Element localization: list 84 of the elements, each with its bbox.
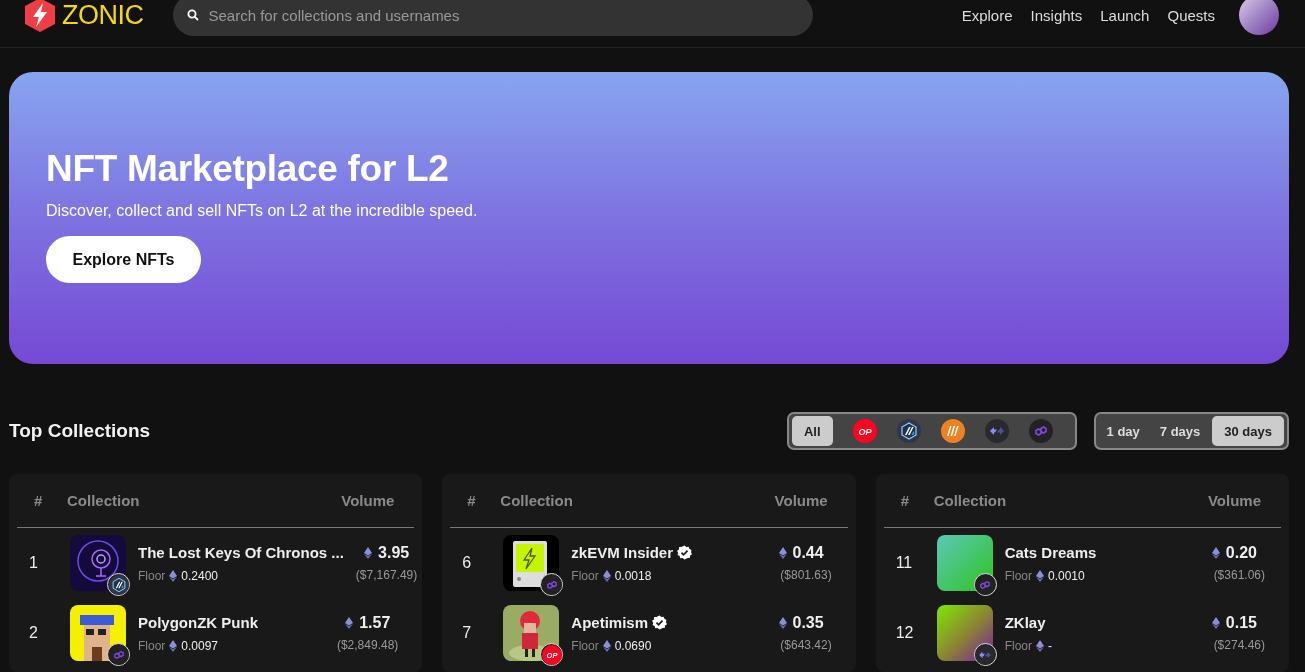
- rank: 11: [895, 554, 914, 572]
- collection-name[interactable]: The Lost Keys Of Chronos ...: [138, 543, 344, 561]
- floor-label: Floor: [138, 638, 166, 653]
- collection-name[interactable]: PolygonZK Punk: [138, 613, 258, 631]
- volume-usd: ($274.46): [1213, 638, 1265, 652]
- nav-link[interactable]: Launch: [1100, 6, 1150, 24]
- floor-price: 0.0097: [181, 638, 219, 653]
- rank: 2: [29, 624, 39, 642]
- column-header: #: [34, 492, 44, 509]
- collection-name[interactable]: ZKlay: [1004, 613, 1046, 631]
- search-icon: [186, 9, 199, 21]
- network-badge: OP: [540, 643, 564, 666]
- column-header: Volume: [341, 492, 395, 509]
- eth-icon: [778, 617, 787, 629]
- logo-text[interactable]: ZONIC: [62, 0, 144, 31]
- rank: 12: [895, 624, 915, 642]
- collection-name[interactable]: zkEVM Insider: [571, 543, 674, 561]
- volume-usd: ($361.06): [1213, 568, 1265, 582]
- volume: 1.57: [359, 614, 391, 632]
- column-header: Collection: [933, 492, 1008, 509]
- link-logo-icon: [1028, 419, 1053, 443]
- volume: 0.35: [792, 614, 824, 632]
- network-badge: [107, 643, 130, 666]
- eth-icon: [1211, 617, 1220, 629]
- eth-icon: [778, 547, 787, 559]
- eth-icon: [1036, 639, 1044, 652]
- volume: 3.95: [378, 544, 410, 562]
- collection-name[interactable]: Apetimism: [571, 613, 648, 631]
- bolt-logo-icon: [22, 0, 58, 33]
- network-filter-button[interactable]: [896, 416, 921, 446]
- period-tab[interactable]: 1 day: [1098, 416, 1148, 446]
- stripes-logo-icon: [940, 419, 965, 443]
- avatar[interactable]: [1239, 0, 1279, 35]
- eth-icon: [602, 639, 611, 652]
- network-badge: [540, 573, 564, 596]
- eth-icon: [364, 547, 373, 559]
- volume: 0.15: [1225, 614, 1257, 632]
- volume-usd: ($801.63): [780, 568, 832, 582]
- eth-icon: [1211, 547, 1220, 559]
- collection-name[interactable]: Cats Dreams: [1004, 543, 1097, 561]
- nav-link[interactable]: Explore: [961, 6, 1013, 24]
- floor-label: Floor: [138, 568, 166, 583]
- floor-price: 0.0018: [614, 568, 652, 583]
- eth-icon: [345, 617, 354, 629]
- rank: 1: [29, 554, 39, 572]
- column-header: Volume: [1207, 492, 1261, 509]
- rank: 6: [462, 554, 473, 572]
- hexagon-logo-icon: [896, 419, 921, 443]
- floor-price: 0.2400: [181, 568, 219, 583]
- volume: 0.20: [1225, 544, 1257, 562]
- floor-price: 0.0010: [1048, 568, 1085, 583]
- column-header: Collection: [500, 492, 574, 509]
- nav-link[interactable]: Quests: [1167, 6, 1215, 24]
- all-filter-button[interactable]: All: [791, 416, 833, 446]
- hero-subtitle: Discover, collect and sell NFTs on L2 at the incredible speed.: [46, 202, 479, 220]
- eth-icon: [1036, 569, 1044, 582]
- column-header: Collection: [67, 492, 141, 509]
- arrows-logo-icon: [984, 419, 1009, 443]
- network-filter-button[interactable]: [940, 416, 965, 446]
- hero-title: NFT Marketplace for L2: [46, 148, 450, 190]
- column-header: #: [467, 492, 477, 509]
- floor-label: Floor: [1004, 638, 1032, 653]
- column-header: Volume: [774, 492, 828, 509]
- nav-link[interactable]: Insights: [1030, 6, 1083, 24]
- volume-usd: ($2,849.48): [336, 638, 399, 652]
- search-field[interactable]: Search for collections and usernames: [172, 0, 813, 36]
- network-badge: [107, 573, 130, 596]
- volume-usd: ($7,167.49): [355, 568, 418, 582]
- column-header: #: [900, 492, 910, 509]
- eth-icon: [169, 639, 178, 652]
- floor-label: Floor: [571, 568, 599, 583]
- eth-icon: [169, 569, 178, 582]
- floor-label: Floor: [571, 638, 599, 653]
- floor-price: -: [1048, 638, 1052, 653]
- floor-price: 0.0690: [614, 638, 652, 653]
- period-tab[interactable]: 7 days: [1151, 416, 1209, 446]
- period-tab[interactable]: 30 days: [1212, 416, 1284, 446]
- volume: 0.44: [792, 544, 824, 562]
- floor-label: Floor: [1004, 568, 1032, 583]
- section-title: Top Collections: [9, 420, 152, 442]
- volume-usd: ($643.42): [780, 638, 832, 652]
- explore-button[interactable]: Explore NFTs: [46, 236, 201, 283]
- eth-icon: [602, 569, 611, 582]
- rank: 7: [462, 624, 473, 642]
